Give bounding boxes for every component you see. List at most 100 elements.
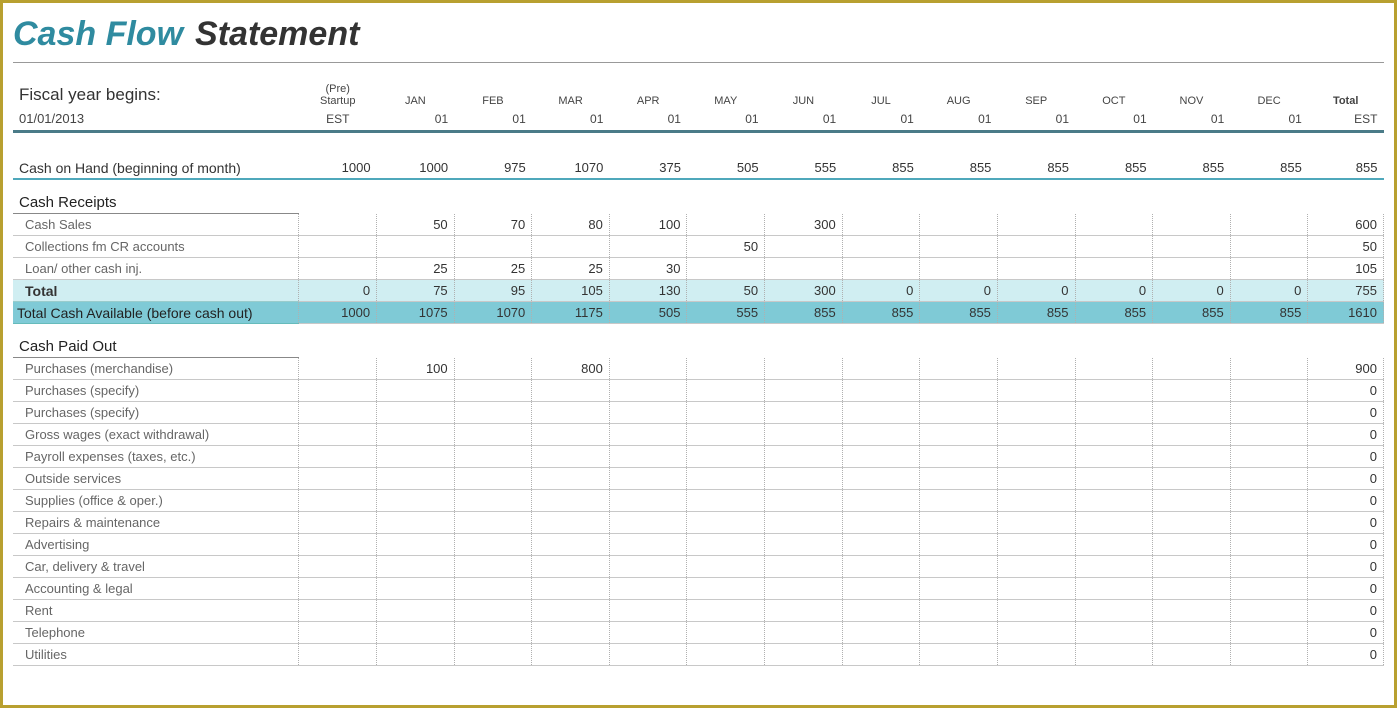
cell[interactable] xyxy=(1230,490,1308,512)
cell[interactable] xyxy=(997,214,1075,236)
cell[interactable]: 505 xyxy=(687,157,765,179)
cell[interactable] xyxy=(609,424,687,446)
cell[interactable] xyxy=(609,622,687,644)
cell[interactable]: 25 xyxy=(532,258,610,280)
cell[interactable] xyxy=(920,622,998,644)
cell[interactable] xyxy=(377,578,455,600)
cell[interactable]: 30 xyxy=(609,258,687,280)
cell[interactable] xyxy=(1075,358,1153,380)
cell[interactable] xyxy=(765,512,843,534)
cell[interactable] xyxy=(532,534,610,556)
cell[interactable] xyxy=(997,236,1075,258)
cell[interactable] xyxy=(454,556,532,578)
cell[interactable] xyxy=(1153,236,1231,258)
cell[interactable] xyxy=(532,236,610,258)
cell[interactable] xyxy=(1153,258,1231,280)
cell[interactable]: 100 xyxy=(377,358,455,380)
cell[interactable] xyxy=(1153,512,1231,534)
cell[interactable] xyxy=(532,556,610,578)
cell[interactable] xyxy=(454,358,532,380)
cell[interactable] xyxy=(920,236,998,258)
cell[interactable] xyxy=(997,468,1075,490)
cell[interactable] xyxy=(532,446,610,468)
cell[interactable] xyxy=(765,578,843,600)
cell[interactable] xyxy=(299,600,377,622)
cell[interactable] xyxy=(1153,358,1231,380)
cell[interactable] xyxy=(765,600,843,622)
cell[interactable] xyxy=(609,490,687,512)
cell[interactable] xyxy=(997,358,1075,380)
cell[interactable] xyxy=(997,424,1075,446)
cell[interactable] xyxy=(377,644,455,666)
cell[interactable]: 855 xyxy=(1230,157,1308,179)
cell[interactable] xyxy=(1075,380,1153,402)
cell[interactable] xyxy=(920,490,998,512)
cell[interactable] xyxy=(1075,468,1153,490)
cell[interactable] xyxy=(377,402,455,424)
cell[interactable] xyxy=(842,446,920,468)
cell[interactable] xyxy=(1230,622,1308,644)
cell[interactable] xyxy=(532,424,610,446)
cell[interactable] xyxy=(1075,446,1153,468)
cell[interactable] xyxy=(454,644,532,666)
cell[interactable] xyxy=(532,468,610,490)
cell[interactable] xyxy=(299,258,377,280)
cell[interactable] xyxy=(997,534,1075,556)
cell[interactable] xyxy=(842,380,920,402)
cell[interactable] xyxy=(532,600,610,622)
cell[interactable] xyxy=(377,512,455,534)
cell[interactable] xyxy=(377,424,455,446)
cell[interactable] xyxy=(1230,468,1308,490)
cell[interactable] xyxy=(765,490,843,512)
cell[interactable] xyxy=(920,258,998,280)
cell[interactable] xyxy=(299,402,377,424)
cell[interactable] xyxy=(687,556,765,578)
cell[interactable] xyxy=(1230,578,1308,600)
cell[interactable] xyxy=(687,446,765,468)
cell[interactable] xyxy=(1153,402,1231,424)
cell[interactable] xyxy=(765,644,843,666)
cell[interactable] xyxy=(1075,556,1153,578)
cell[interactable] xyxy=(997,490,1075,512)
cell[interactable] xyxy=(1153,534,1231,556)
cell[interactable] xyxy=(299,358,377,380)
cell[interactable] xyxy=(299,490,377,512)
cell[interactable]: 300 xyxy=(765,214,843,236)
cell[interactable] xyxy=(299,556,377,578)
cell[interactable] xyxy=(1153,622,1231,644)
cell[interactable] xyxy=(377,446,455,468)
cell[interactable] xyxy=(1230,512,1308,534)
cell[interactable] xyxy=(532,644,610,666)
cell[interactable] xyxy=(1153,446,1231,468)
cell[interactable] xyxy=(687,468,765,490)
cell[interactable] xyxy=(920,534,998,556)
cell[interactable] xyxy=(454,578,532,600)
cell[interactable] xyxy=(609,236,687,258)
cell[interactable] xyxy=(454,490,532,512)
cell[interactable] xyxy=(609,380,687,402)
cell[interactable] xyxy=(1075,258,1153,280)
cell[interactable] xyxy=(299,578,377,600)
cell[interactable] xyxy=(842,578,920,600)
cell[interactable] xyxy=(377,380,455,402)
cell[interactable] xyxy=(1153,380,1231,402)
cell[interactable] xyxy=(920,512,998,534)
cell[interactable] xyxy=(842,556,920,578)
cell[interactable] xyxy=(842,534,920,556)
cell[interactable] xyxy=(454,236,532,258)
cell[interactable]: 555 xyxy=(765,157,843,179)
cell[interactable] xyxy=(997,600,1075,622)
cell[interactable] xyxy=(377,236,455,258)
cell[interactable] xyxy=(299,380,377,402)
cell[interactable] xyxy=(1153,468,1231,490)
cell[interactable] xyxy=(377,468,455,490)
cell[interactable]: 375 xyxy=(609,157,687,179)
cell[interactable]: 855 xyxy=(1153,157,1231,179)
cell[interactable] xyxy=(765,258,843,280)
cell[interactable] xyxy=(609,512,687,534)
cell[interactable] xyxy=(609,578,687,600)
cell[interactable] xyxy=(842,600,920,622)
cell[interactable] xyxy=(920,358,998,380)
cell[interactable]: 800 xyxy=(532,358,610,380)
cell[interactable] xyxy=(1230,402,1308,424)
